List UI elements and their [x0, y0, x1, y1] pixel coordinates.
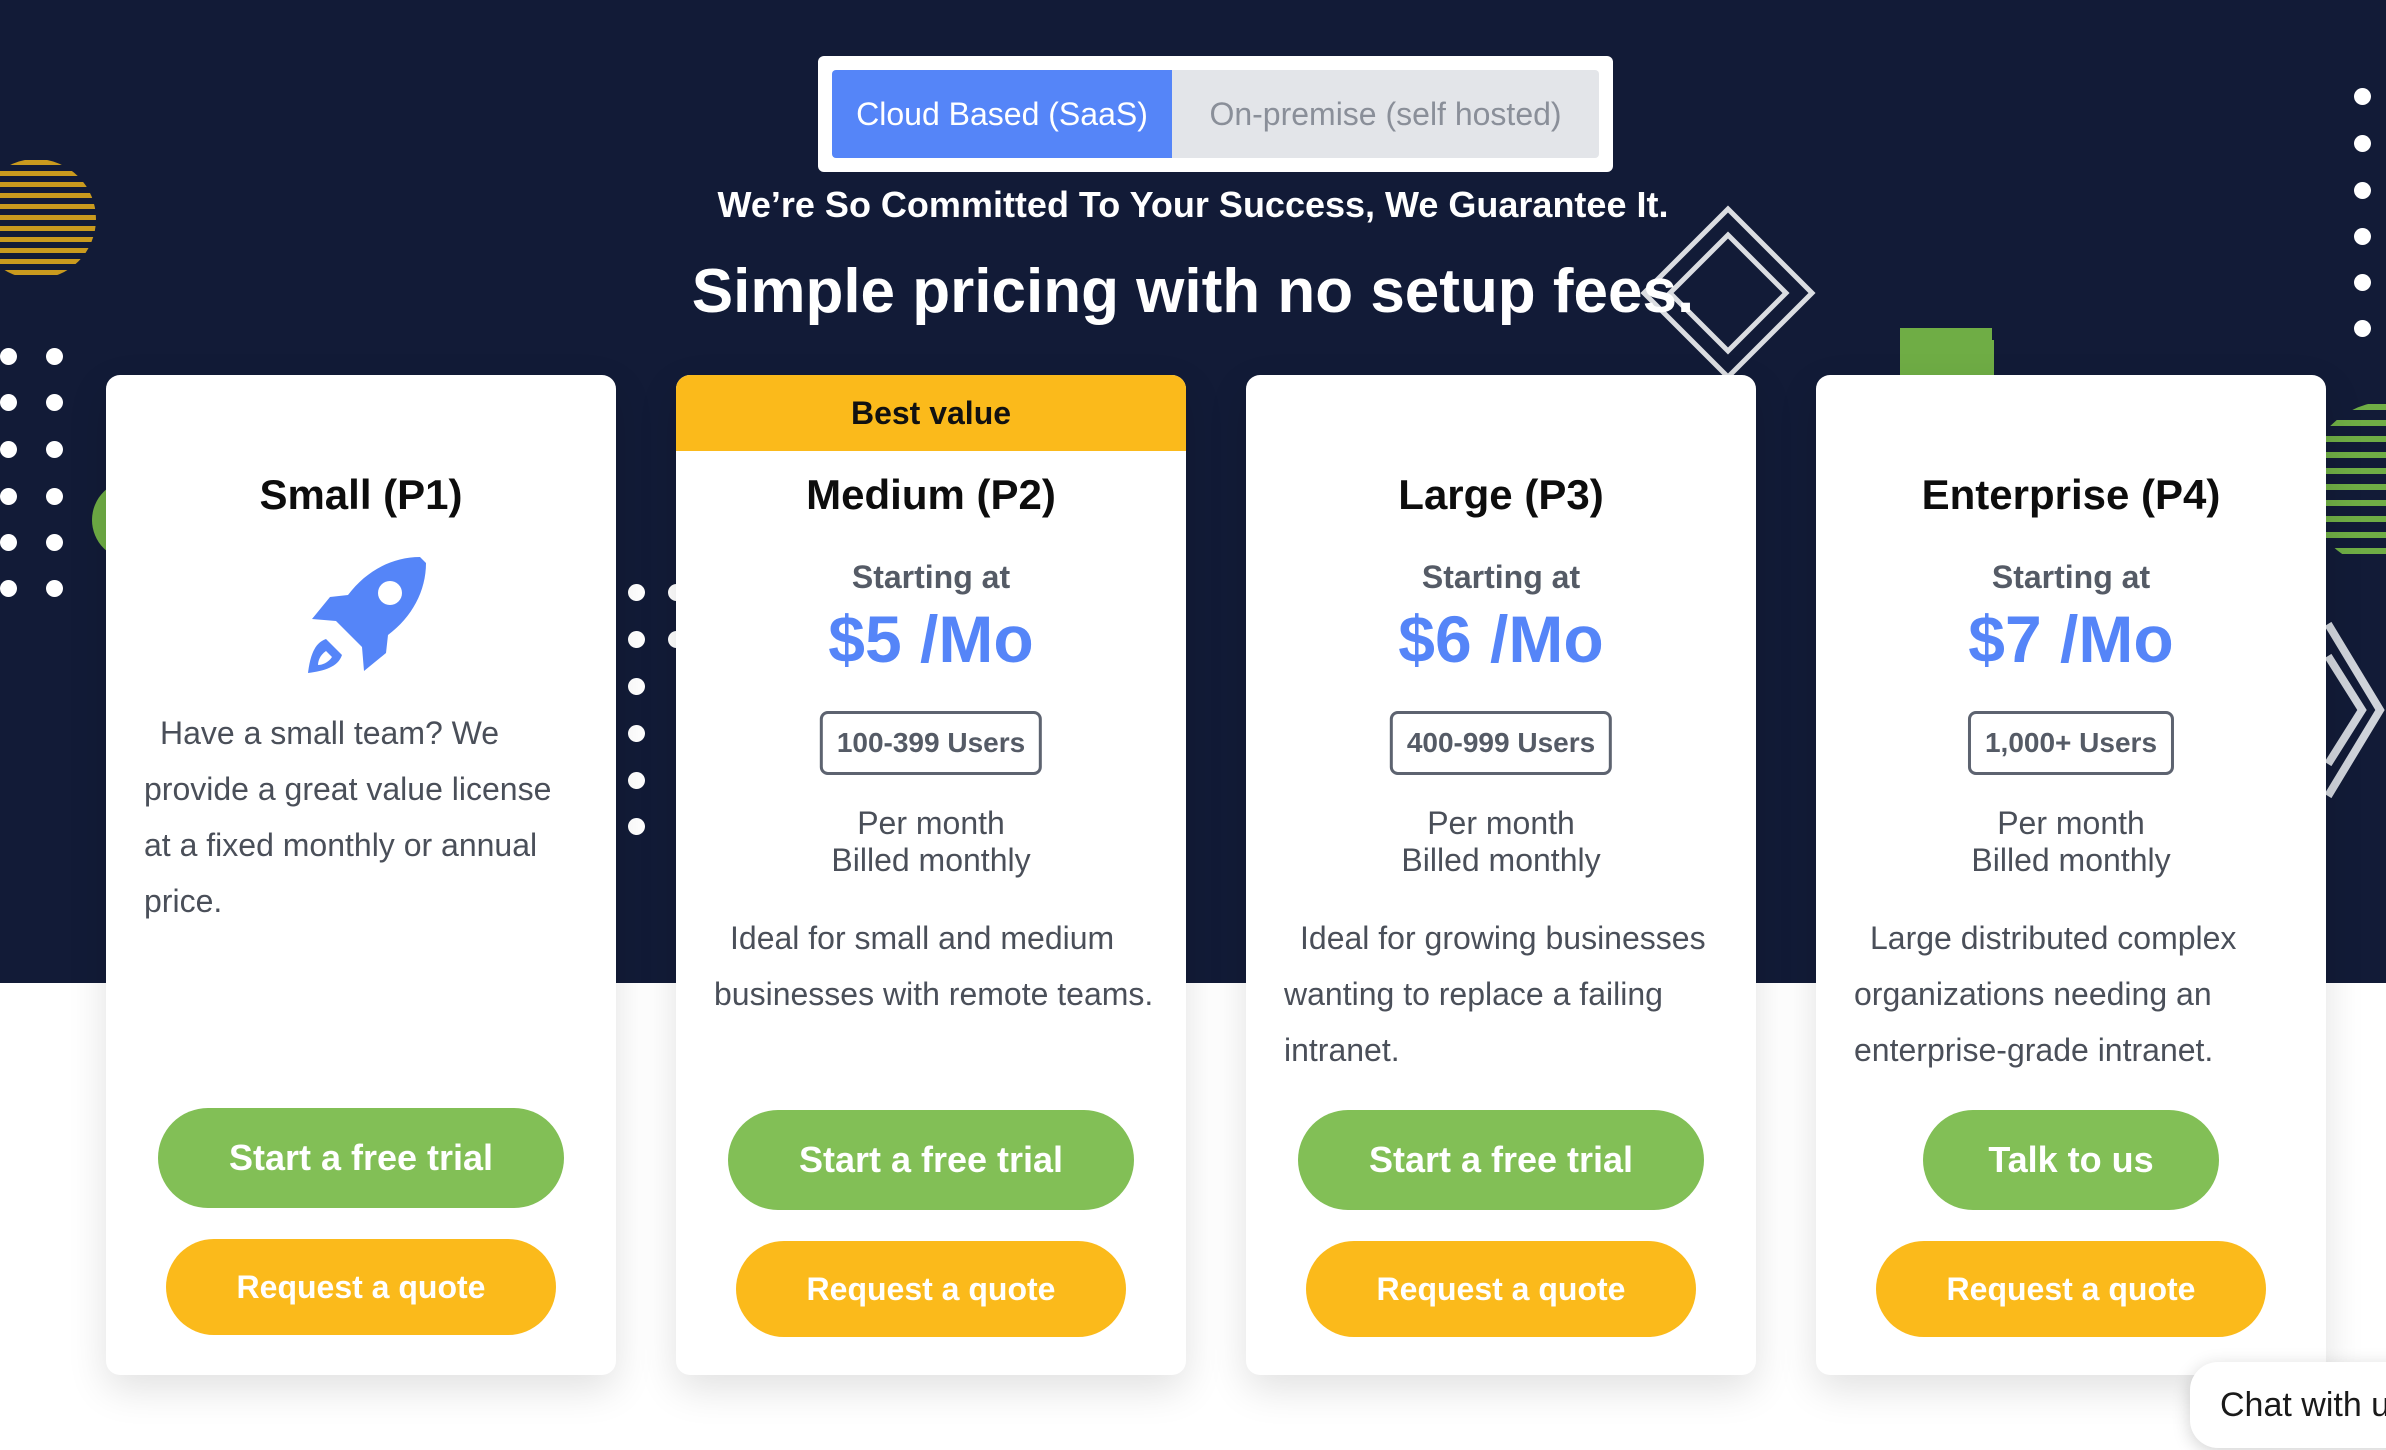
request-quote-button[interactable]: Request a quote [736, 1241, 1126, 1337]
plan-description: Ideal for small and medium businesses wi… [714, 920, 1154, 1012]
user-range-badge: 400-999 Users [1389, 711, 1613, 775]
start-free-trial-button[interactable]: Start a free trial [1298, 1110, 1704, 1210]
talk-to-us-button[interactable]: Talk to us [1923, 1110, 2219, 1210]
billing-info: Per month Billed monthly [676, 805, 1186, 879]
on-premise-option[interactable]: On-premise (self hosted) [1172, 70, 1599, 158]
plan-price: $7 /Mo [1968, 602, 2174, 676]
billing-frequency: Billed monthly [1401, 842, 1601, 878]
deployment-toggle: Cloud Based (SaaS) On-premise (self host… [818, 56, 1613, 172]
plan-description: Ideal for growing businesses wanting to … [1284, 920, 1706, 1068]
billing-period: Per month [1997, 805, 2145, 841]
billing-info: Per month Billed monthly [1816, 805, 2326, 879]
user-range-badge: 1,000+ Users [1967, 711, 2175, 775]
chevron-outline-decoration [2324, 621, 2385, 799]
starting-at-label: Starting at [851, 559, 1011, 595]
cloud-saas-option[interactable]: Cloud Based (SaaS) [832, 70, 1172, 158]
tagline: We’re So Committed To Your Success, We G… [717, 184, 1669, 225]
plan-price: $6 /Mo [1398, 602, 1604, 676]
plan-card-medium: Best value Medium (P2) Starting at $5 /M… [676, 375, 1186, 1375]
page-title: Simple pricing with no setup fees. [691, 257, 1695, 326]
request-quote-button[interactable]: Request a quote [1876, 1241, 2266, 1337]
billing-frequency: Billed monthly [831, 842, 1031, 878]
billing-period: Per month [1427, 805, 1575, 841]
billing-period: Per month [857, 805, 1005, 841]
plan-price: $5 /Mo [828, 602, 1034, 676]
rocket-icon [308, 557, 426, 673]
starting-at-label: Starting at [1991, 559, 2151, 595]
plan-name: Small (P1) [259, 471, 463, 518]
start-free-trial-button[interactable]: Start a free trial [158, 1108, 564, 1208]
starting-at-label: Starting at [1421, 559, 1581, 595]
best-value-badge: Best value [676, 375, 1186, 451]
billing-info: Per month Billed monthly [1246, 805, 1756, 879]
plan-card-large: Large (P3) Starting at $6 /Mo 400-999 Us… [1246, 375, 1756, 1375]
request-quote-button[interactable]: Request a quote [1306, 1241, 1696, 1337]
chat-widget-button[interactable]: Chat with us [2190, 1362, 2386, 1448]
plan-name: Medium (P2) [806, 471, 1056, 518]
plan-card-small: Small (P1) Have a small team? We provide… [106, 375, 616, 1375]
plan-card-enterprise: Enterprise (P4) Starting at $7 /Mo 1,000… [1816, 375, 2326, 1375]
user-range-badge: 100-399 Users [819, 711, 1043, 775]
plan-name: Large (P3) [1398, 471, 1604, 518]
plan-name: Enterprise (P4) [1921, 471, 2221, 518]
plan-description: Have a small team? We provide a great va… [144, 715, 552, 919]
plan-description: Large distributed complex organizations … [1854, 920, 2237, 1068]
start-free-trial-button[interactable]: Start a free trial [728, 1110, 1134, 1210]
request-quote-button[interactable]: Request a quote [166, 1239, 556, 1335]
billing-frequency: Billed monthly [1971, 842, 2171, 878]
